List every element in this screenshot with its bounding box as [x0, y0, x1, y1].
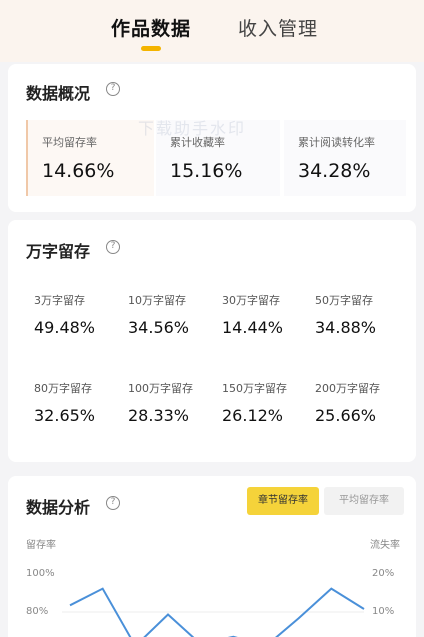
retention-line-chart: [62, 587, 365, 637]
retention-label: 100万字留存: [128, 382, 193, 395]
retention-title: 万字留存: [26, 242, 91, 261]
retention-item: 150万字留存 26.12%: [222, 380, 287, 425]
retention-label: 30万字留存: [222, 294, 280, 307]
retention-value: 25.66%: [315, 406, 377, 425]
tab-income-management[interactable]: 收入管理: [238, 14, 318, 41]
retention-value: 14.44%: [222, 318, 284, 337]
analysis-card: 数据分析 ? 章节留存率 平均留存率 留存率 流失率 100% 80% 20% …: [8, 476, 416, 637]
top-tab-bar: 作品数据 收入管理: [0, 0, 424, 62]
retention-label: 150万字留存: [222, 382, 287, 395]
retention-card: 万字留存 ? 3万字留存 49.48% 10万字留存 34.56% 30万字留存…: [8, 220, 416, 462]
active-tab-indicator: [141, 46, 161, 51]
series-line: [69, 587, 365, 637]
retention-value: 49.48%: [34, 318, 96, 337]
retention-value: 34.88%: [315, 318, 377, 337]
retention-value: 32.65%: [34, 406, 96, 425]
overview-item-label: 平均留存率: [42, 136, 97, 149]
retention-item: 3万字留存 49.48%: [34, 292, 95, 337]
retention-item: 200万字留存 25.66%: [315, 380, 380, 425]
retention-item: 10万字留存 34.56%: [128, 292, 189, 337]
overview-title: 数据概况: [26, 84, 91, 103]
retention-value: 34.56%: [128, 318, 190, 337]
retention-item: 100万字留存 28.33%: [128, 380, 193, 425]
overview-item-value: 14.66%: [42, 160, 115, 182]
retention-label: 200万字留存: [315, 382, 380, 395]
overview-card: 数据概况 ? 平均留存率 14.66% 累计收藏率 15.16% 累计阅读转化率…: [8, 64, 416, 212]
overview-item-conversion-rate: 累计阅读转化率 34.28%: [284, 120, 406, 196]
overview-item-value: 15.16%: [170, 160, 243, 182]
overview-item-avg-retention: 平均留存率 14.66%: [26, 120, 154, 196]
tab-work-data[interactable]: 作品数据: [111, 14, 191, 41]
retention-item: 50万字留存 34.88%: [315, 292, 376, 337]
overview-item-label: 累计收藏率: [170, 136, 225, 149]
retention-label: 10万字留存: [128, 294, 186, 307]
overview-item-value: 34.28%: [298, 160, 371, 182]
retention-label: 50万字留存: [315, 294, 373, 307]
retention-value: 26.12%: [222, 406, 284, 425]
retention-item: 80万字留存 32.65%: [34, 380, 95, 425]
info-icon[interactable]: ?: [106, 240, 120, 254]
retention-item: 30万字留存 14.44%: [222, 292, 283, 337]
retention-value: 28.33%: [128, 406, 190, 425]
overview-item-label: 累计阅读转化率: [298, 136, 375, 149]
overview-item-collect-rate: 累计收藏率 15.16%: [156, 120, 280, 196]
retention-label: 80万字留存: [34, 382, 92, 395]
info-icon[interactable]: ?: [106, 82, 120, 96]
retention-label: 3万字留存: [34, 294, 85, 307]
